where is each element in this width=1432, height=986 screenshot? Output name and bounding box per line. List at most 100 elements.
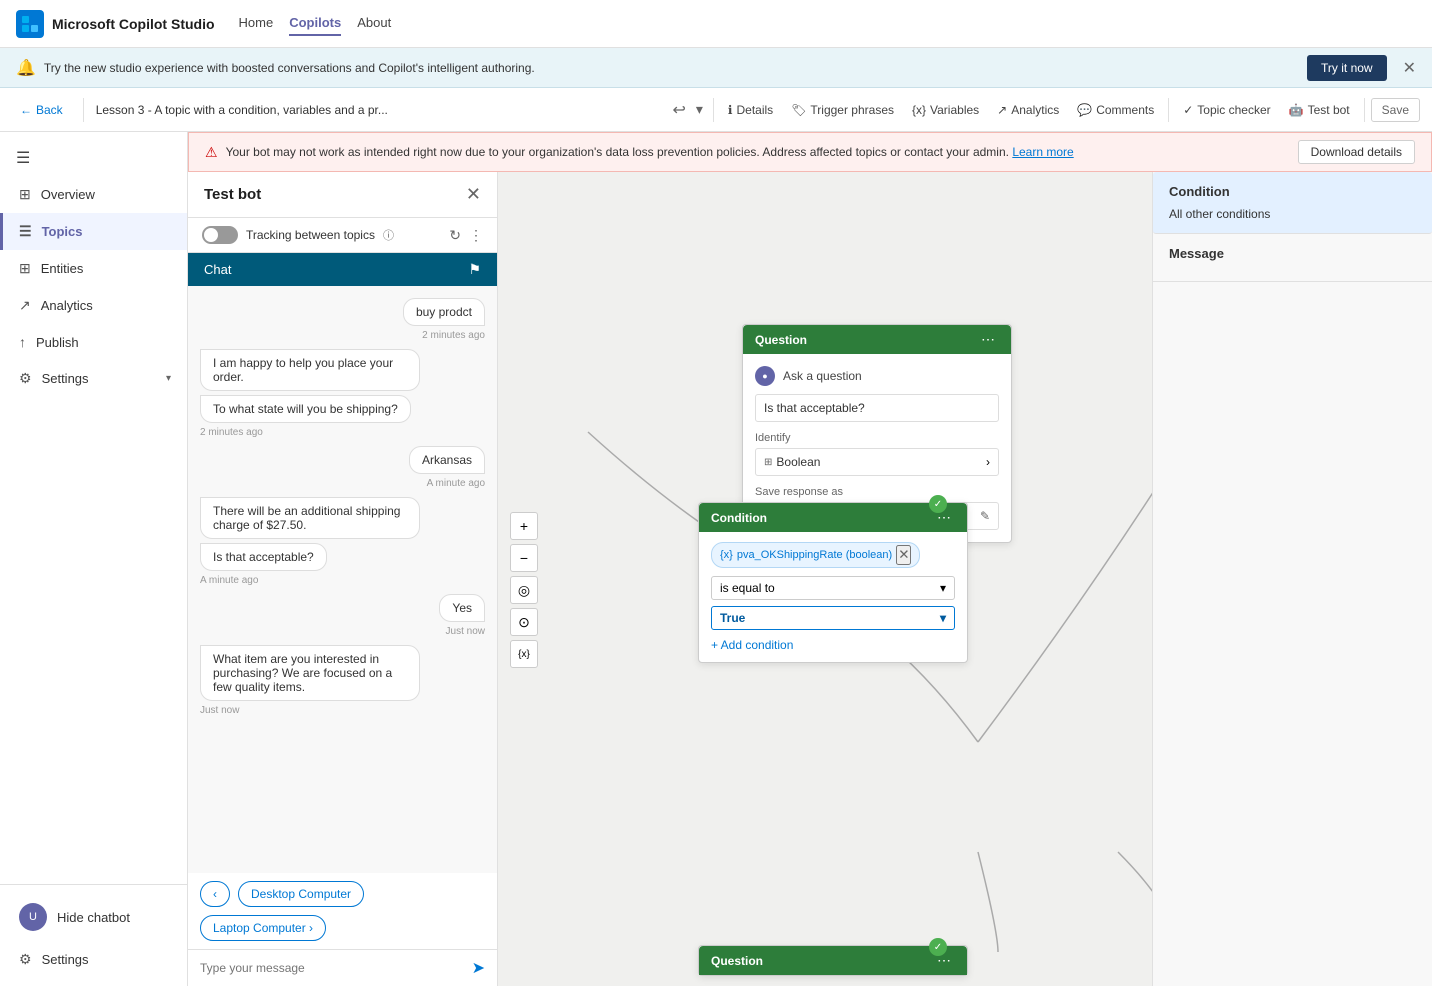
add-condition-label: + Add condition bbox=[711, 638, 793, 652]
message-user-1: buy prodct bbox=[200, 298, 485, 326]
value-chevron: ▾ bbox=[940, 611, 946, 625]
settings-sidebar-icon: ⚙ bbox=[19, 370, 32, 387]
sidebar-item-topics[interactable]: ☰ Topics bbox=[0, 213, 187, 250]
save-button[interactable]: Save bbox=[1371, 98, 1420, 122]
condition-detail-text: All other conditions bbox=[1169, 207, 1416, 221]
identify-label: Identify bbox=[755, 432, 999, 444]
analytics-nav-icon: ↗ bbox=[19, 297, 31, 314]
chat-tab-label: Chat bbox=[204, 262, 231, 277]
condition-value-select[interactable]: True ▾ bbox=[711, 606, 955, 630]
variables-icon: {x} bbox=[912, 103, 926, 117]
nav-copilots[interactable]: Copilots bbox=[289, 11, 341, 36]
banner: 🔔 Try the new studio experience with boo… bbox=[0, 48, 1432, 88]
entities-icon: ⊞ bbox=[19, 260, 31, 277]
boolean-tag: ⊞ Boolean bbox=[764, 455, 820, 469]
details-button[interactable]: ℹ Details bbox=[720, 99, 781, 121]
nav-about[interactable]: About bbox=[357, 11, 391, 36]
boolean-icon: ⊞ bbox=[764, 457, 772, 468]
add-condition-button[interactable]: + Add condition bbox=[711, 638, 955, 652]
more-options-button[interactable]: ⋮ bbox=[469, 227, 483, 244]
condition-value-text: True bbox=[720, 611, 745, 625]
prev-choice-button[interactable]: ‹ bbox=[200, 881, 230, 907]
fit-button[interactable]: ⊙ bbox=[510, 608, 538, 636]
send-button[interactable]: ➤ bbox=[472, 958, 485, 978]
variables-button[interactable]: {x} Variables bbox=[904, 99, 987, 121]
time-1: 2 minutes ago bbox=[200, 330, 485, 341]
desktop-choice-button[interactable]: Desktop Computer bbox=[238, 881, 364, 907]
question-node-header: Question ⋯ bbox=[743, 325, 1011, 354]
remove-condition-variable[interactable]: ✕ bbox=[896, 545, 911, 565]
learn-more-link[interactable]: Learn more bbox=[1012, 145, 1073, 159]
settings-bottom-icon: ⚙ bbox=[19, 951, 32, 968]
undo-button[interactable]: ↩ bbox=[668, 96, 689, 124]
nav-links: Home Copilots About bbox=[239, 11, 392, 36]
sidebar-item-settings[interactable]: ⚙ Settings ▾ bbox=[0, 360, 187, 397]
target-button[interactable]: ◎ bbox=[510, 576, 538, 604]
sidebar-item-overview[interactable]: ⊞ Overview bbox=[0, 176, 187, 213]
try-it-now-button[interactable]: Try it now bbox=[1307, 55, 1387, 81]
variables-label: Variables bbox=[930, 103, 979, 117]
publish-icon: ↑ bbox=[19, 334, 26, 350]
bubble-bot-5: What item are you interested in purchasi… bbox=[200, 645, 420, 701]
bubble-bot-2: To what state will you be shipping? bbox=[200, 395, 411, 423]
message-user-3: Yes bbox=[200, 594, 485, 622]
message-section: Message bbox=[1153, 234, 1432, 282]
tracking-toggle[interactable] bbox=[202, 226, 238, 244]
zoom-in-button[interactable]: + bbox=[510, 512, 538, 540]
hide-chatbot-item[interactable]: U Hide chatbot bbox=[0, 893, 187, 941]
topics-icon: ☰ bbox=[19, 223, 32, 240]
bottom-node-wrapper: ✓ Question ⋯ bbox=[699, 946, 967, 975]
chat-input[interactable] bbox=[200, 961, 464, 975]
test-bot-button[interactable]: 🤖 Test bot bbox=[1281, 99, 1358, 121]
sidebar-item-publish-label: Publish bbox=[36, 335, 79, 350]
canvas-area[interactable]: + − ◎ ⊙ {x} Question ⋯ ● Ask a question … bbox=[498, 132, 1152, 986]
zoom-out-button[interactable]: − bbox=[510, 544, 538, 572]
analytics-icon: ↗ bbox=[997, 103, 1007, 117]
sidebar-settings-bottom[interactable]: ⚙ Settings bbox=[0, 941, 187, 978]
error-bar: ⚠ Your bot may not work as intended righ… bbox=[188, 132, 1432, 172]
bottom-question-header: Question ⋯ bbox=[699, 946, 967, 975]
comments-button[interactable]: 💬 Comments bbox=[1069, 99, 1162, 121]
test-bot-label: Test bot bbox=[1308, 103, 1350, 117]
download-details-button[interactable]: Download details bbox=[1298, 140, 1415, 164]
topic-title: Lesson 3 - A topic with a condition, var… bbox=[96, 103, 661, 117]
close-banner-button[interactable]: ✕ bbox=[1403, 58, 1416, 78]
trigger-phrases-button[interactable]: 🏷 Trigger phrases bbox=[783, 99, 902, 121]
sidebar-item-topics-label: Topics bbox=[42, 224, 83, 239]
chat-messages[interactable]: buy prodct 2 minutes ago I am happy to h… bbox=[188, 286, 497, 873]
analytics-button[interactable]: ↗ Analytics bbox=[989, 99, 1067, 121]
chat-tab[interactable]: Chat ⚑ bbox=[188, 253, 497, 286]
time-3: A minute ago bbox=[200, 478, 485, 489]
variable-button[interactable]: {x} bbox=[510, 640, 538, 668]
comments-label: Comments bbox=[1096, 103, 1154, 117]
sidebar-item-settings-label: Settings bbox=[42, 371, 89, 386]
details-label: Details bbox=[736, 103, 773, 117]
toolbar: ← Back Lesson 3 - A topic with a conditi… bbox=[0, 88, 1432, 132]
question-node-menu[interactable]: ⋯ bbox=[977, 331, 999, 348]
undo-dropdown[interactable]: ▾ bbox=[692, 97, 707, 122]
time-2: 2 minutes ago bbox=[200, 427, 485, 438]
sidebar-item-analytics[interactable]: ↗ Analytics bbox=[0, 287, 187, 324]
bubble-user-3: Yes bbox=[439, 594, 485, 622]
condition-operator-select[interactable]: is equal to ▾ bbox=[711, 576, 955, 600]
chat-input-row: ➤ bbox=[188, 949, 497, 986]
condition-body: {x} pva_OKShippingRate (boolean) ✕ is eq… bbox=[699, 532, 967, 662]
edit-save-response-icon[interactable]: ✎ bbox=[980, 509, 990, 523]
condition-detail-section: Condition All other conditions bbox=[1153, 172, 1432, 234]
operator-chevron: ▾ bbox=[940, 581, 946, 595]
sidebar-hamburger[interactable]: ☰ bbox=[0, 140, 187, 176]
test-bot-icon: 🤖 bbox=[1289, 103, 1304, 117]
back-button[interactable]: ← Back bbox=[12, 99, 71, 121]
nav-home[interactable]: Home bbox=[239, 11, 274, 36]
close-test-bot-button[interactable]: ✕ bbox=[466, 184, 481, 205]
test-bot-title: Test bot bbox=[204, 186, 261, 203]
laptop-choice-button[interactable]: Laptop Computer › bbox=[200, 915, 326, 941]
sidebar-item-publish[interactable]: ↑ Publish bbox=[0, 324, 187, 360]
sidebar-item-entities[interactable]: ⊞ Entities bbox=[0, 250, 187, 287]
test-bot-header: Test bot ✕ bbox=[188, 172, 497, 218]
question-text[interactable]: Is that acceptable? bbox=[755, 394, 999, 422]
identify-row[interactable]: ⊞ Boolean › bbox=[755, 448, 999, 476]
topic-checker-button[interactable]: ✓ Topic checker bbox=[1175, 99, 1278, 121]
refresh-button[interactable]: ↻ bbox=[449, 227, 461, 244]
time-6: Just now bbox=[200, 705, 485, 716]
